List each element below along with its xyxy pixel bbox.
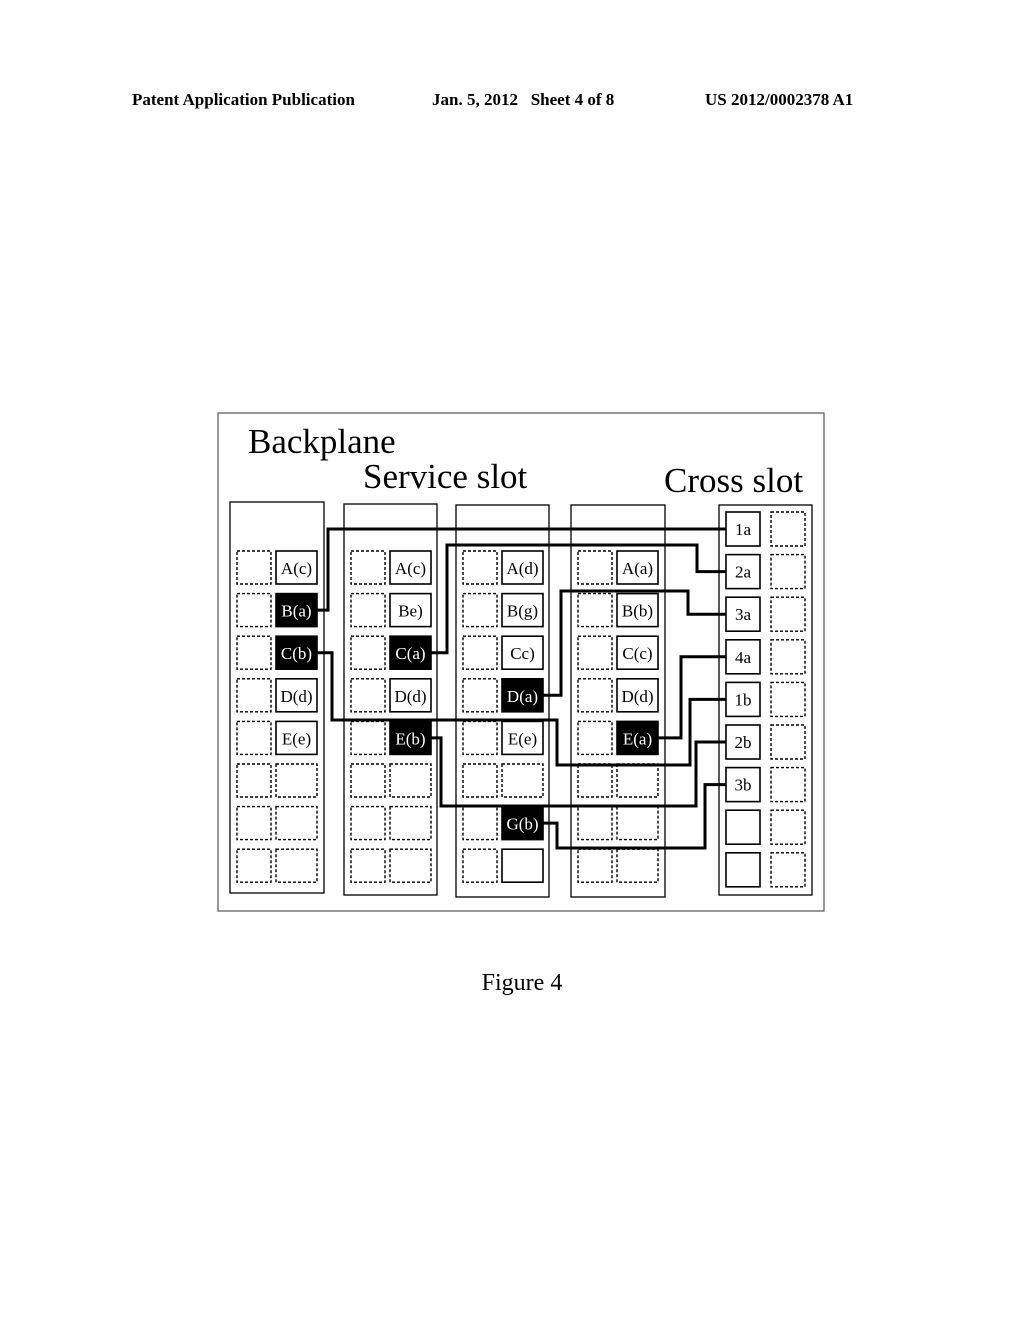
- figure-caption: Figure 4: [481, 970, 563, 996]
- port-label: E(e): [282, 729, 311, 748]
- port-placeholder: [577, 550, 613, 585]
- port-placeholder: [462, 592, 498, 628]
- cross-port-label: 4a: [735, 648, 752, 667]
- port-label: E(e): [508, 729, 537, 748]
- port-placeholder: [577, 678, 613, 713]
- port-placeholder: [616, 763, 659, 798]
- port-placeholder: [275, 805, 318, 841]
- port-label: E(a): [623, 729, 652, 748]
- port-placeholder: [389, 805, 432, 841]
- port-label: B(b): [622, 602, 653, 621]
- cross-port-label: 1a: [735, 520, 752, 539]
- port-placeholder: [462, 720, 498, 756]
- cross-port: [725, 851, 761, 888]
- port-placeholder: [501, 763, 544, 798]
- port-placeholder: [616, 805, 659, 841]
- port-placeholder: [462, 678, 498, 713]
- port-placeholder: [577, 763, 613, 798]
- port-placeholder: [275, 763, 318, 798]
- port-placeholder: [577, 592, 613, 628]
- port-placeholder: [350, 763, 386, 798]
- port-placeholder: [577, 848, 613, 883]
- port-label: E(b): [395, 729, 425, 748]
- port-label: Be): [398, 602, 423, 621]
- port-placeholder: [236, 848, 272, 883]
- cross-port-placeholder: [770, 766, 806, 803]
- cross-slot-title: Cross slot: [664, 461, 803, 500]
- port-label: A(a): [622, 559, 653, 578]
- port-placeholder: [275, 848, 318, 883]
- service-slot-title: Service slot: [363, 457, 528, 496]
- port-label: B(g): [507, 602, 538, 621]
- port-label: C(b): [281, 644, 312, 663]
- port-placeholder: [236, 635, 272, 670]
- port-placeholder: [236, 592, 272, 628]
- port-placeholder: [462, 550, 498, 585]
- cross-port-placeholder: [770, 681, 806, 718]
- figure-4-diagram: Backplane Service slot Cross slot A(c) B(…: [217, 412, 825, 912]
- port-label: C(c): [622, 644, 652, 663]
- port-placeholder: [462, 763, 498, 798]
- port-placeholder: [236, 678, 272, 713]
- port-label: A(c): [281, 559, 312, 578]
- port-placeholder: [577, 805, 613, 841]
- port-label: G(b): [506, 815, 538, 834]
- port-label: B(a): [281, 602, 311, 621]
- port-placeholder: [462, 848, 498, 883]
- cross-port-placeholder: [770, 809, 806, 845]
- cross-port-placeholder: [770, 511, 806, 547]
- cross-port-placeholder: [770, 852, 806, 888]
- port-placeholder: [389, 763, 432, 798]
- port-placeholder: [350, 720, 386, 756]
- port-label: D(a): [507, 687, 538, 706]
- port-label: D(d): [280, 687, 312, 706]
- port-placeholder: [350, 848, 386, 883]
- port-placeholder: [577, 720, 613, 756]
- port-placeholder: [350, 805, 386, 841]
- cross-port-label: 2b: [735, 733, 752, 752]
- port-placeholder: [236, 720, 272, 756]
- cross-port-placeholder: [770, 596, 806, 632]
- port-placeholder: [350, 635, 386, 670]
- port: [501, 848, 544, 884]
- port-label: D(d): [621, 687, 653, 706]
- cross-port-placeholder: [770, 639, 806, 675]
- cross-port-label: 3a: [735, 605, 752, 624]
- port-placeholder: [389, 848, 432, 883]
- cross-port-label: 2a: [735, 563, 752, 582]
- port-placeholder: [462, 805, 498, 841]
- cross-port: [725, 809, 761, 846]
- port-label: D(d): [394, 687, 426, 706]
- cross-port-placeholder: [770, 724, 806, 760]
- connection-ea-to-4a: [658, 655, 726, 740]
- backplane-title: Backplane: [248, 422, 396, 461]
- port-placeholder: [350, 678, 386, 713]
- port-placeholder: [236, 763, 272, 798]
- cross-port-label: 1b: [735, 690, 752, 709]
- cross-port-label: 3b: [735, 776, 752, 795]
- port-label: A(d): [506, 559, 538, 578]
- port-placeholder: [616, 848, 659, 883]
- cross-port-placeholder: [770, 553, 806, 590]
- port-placeholder: [350, 550, 386, 585]
- port-placeholder: [236, 805, 272, 841]
- port-label: A(c): [395, 559, 426, 578]
- port-placeholder: [462, 635, 498, 670]
- port-label: Cc): [510, 644, 535, 663]
- port-placeholder: [236, 550, 272, 585]
- port-label: C(a): [395, 644, 425, 663]
- port-placeholder: [350, 592, 386, 628]
- port-placeholder: [577, 635, 613, 670]
